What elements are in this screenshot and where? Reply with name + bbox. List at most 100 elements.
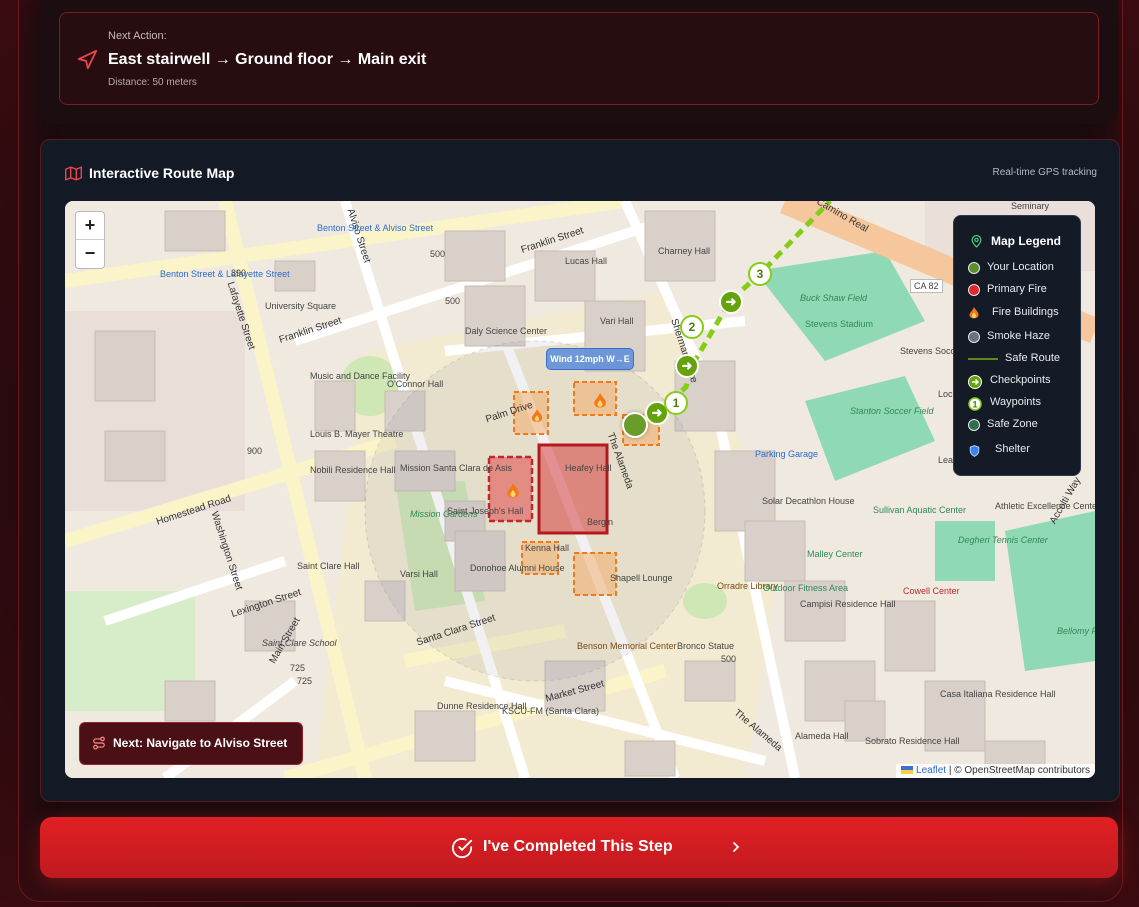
map-label-varsi-hall: Varsi Hall <box>400 569 438 579</box>
map-label-lucas-hall: Lucas Hall <box>565 256 608 266</box>
complete-step-label: I've Completed This Step <box>483 838 673 855</box>
map-label-benton-alviso: Benton Street & Alviso Street <box>317 223 434 233</box>
map-label-outdoor-fitness: Outdoor Fitness Area <box>763 583 849 593</box>
map-label-university-square: University Square <box>265 301 337 311</box>
svg-text:1: 1 <box>972 400 977 410</box>
flame-icon <box>594 393 606 408</box>
legend-title: Map Legend <box>991 234 1062 248</box>
map-label-buck-shaw: Buck Shaw Field <box>800 293 868 303</box>
map-label-nobili: Nobili Residence Hall <box>310 465 396 475</box>
legend-label: Checkpoints <box>990 374 1051 386</box>
next-action-distance: Distance: 50 meters <box>108 77 197 88</box>
complete-step-button[interactable]: I've Completed This Step <box>40 817 1118 878</box>
checkpoint-marker[interactable]: ➜ <box>675 354 699 378</box>
map-label-athletic: Athletic Excellence Center <box>995 501 1095 511</box>
map-label-saint-clare-school: Saint Clare School <box>262 638 337 648</box>
map-label-campisi: Campisi Residence Hall <box>800 599 896 609</box>
map-label-casa: Casa Italiana Residence Hall <box>940 689 1056 699</box>
map-label-900: 900 <box>247 446 263 456</box>
zoom-control: + − <box>75 211 105 269</box>
legend-label: Smoke Haze <box>987 330 1050 342</box>
map-legend: Map Legend Your Location Primary Fire Fi… <box>953 215 1081 476</box>
map-attribution: Leaflet | © OpenStreetMap contributors <box>896 764 1095 778</box>
legend-label: Waypoints <box>990 396 1041 408</box>
location-pin-icon <box>971 235 982 248</box>
shield-icon <box>969 445 980 457</box>
route-icon <box>93 736 105 750</box>
map-label-725b: 725 <box>297 676 313 686</box>
map-label-degheri: Degheri Tennis Center <box>958 535 1048 545</box>
number-circle-icon: 1 <box>968 397 982 411</box>
flame-icon <box>507 483 519 498</box>
map-label-daly-science: Daly Science Center <box>465 326 548 336</box>
zoom-in-button[interactable]: + <box>76 212 104 240</box>
map-icon <box>65 166 82 181</box>
map-label-malley: Malley Center <box>807 549 863 559</box>
next-action-box: Next Action: East stairwell → Ground flo… <box>59 12 1099 105</box>
legend-label: Safe Route <box>1005 352 1061 364</box>
check-circle-icon <box>451 837 473 859</box>
map-label-mayer-theatre: Louis B. Mayer Theatre <box>310 429 404 439</box>
legend-label: Fire Buildings <box>992 306 1059 318</box>
map-label-solar-decathlon: Solar Decathlon House <box>762 496 855 506</box>
map-subtitle: Real-time GPS tracking <box>992 167 1097 178</box>
map-label-500c: 500 <box>721 654 737 664</box>
zone-dot-icon <box>968 419 980 431</box>
map-label-saint-clare-hall: Saint Clare Hall <box>297 561 360 571</box>
legend-label: Shelter <box>995 443 1030 455</box>
waypoint-1-marker[interactable]: 1 <box>664 391 688 415</box>
map-label-bellomy: Bellomy Field <box>1057 626 1095 636</box>
map-label-vari-hall: Vari Hall <box>600 316 634 326</box>
legend-label: Primary Fire <box>987 283 1047 295</box>
map-label-500a: 500 <box>430 249 446 259</box>
map-label-sullivan: Sullivan Aquatic Center <box>873 505 967 515</box>
map-label-donohoe: Donohoe Alumni House <box>470 563 565 573</box>
waypoint-3-marker[interactable]: 3 <box>748 262 772 286</box>
zoom-out-button[interactable]: − <box>76 240 104 267</box>
flame-icon <box>531 409 543 422</box>
map-label-stevens-stadium: Stevens Stadium <box>805 319 874 329</box>
map-label-500b: 500 <box>445 296 461 306</box>
map-label-heafey-hall: Heafey Hall <box>565 463 612 473</box>
flame-icon <box>969 307 979 319</box>
attribution-text: | © OpenStreetMap contributors <box>948 765 1090 776</box>
map-label-890: 890 <box>231 268 247 278</box>
next-navigation-button[interactable]: Next: Navigate to Alviso Street <box>79 722 303 765</box>
map-label-seminary: Seminary <box>1011 201 1050 211</box>
next-action-label: Next Action: <box>108 30 167 42</box>
leaflet-link[interactable]: Leaflet <box>916 765 946 776</box>
your-location-marker[interactable] <box>622 412 648 438</box>
next-action-instruction: East stairwell → Ground floor → Main exi… <box>108 51 427 68</box>
route-map-card: Interactive Route Map Real-time GPS trac… <box>40 139 1120 802</box>
waypoint-2-marker[interactable]: 2 <box>680 315 704 339</box>
map-label-mission: Mission Santa Clara de Asis <box>400 463 513 473</box>
smoke-dot-icon <box>968 331 980 343</box>
map-label-725a: 725 <box>290 663 306 673</box>
route-line-icon <box>968 358 998 360</box>
map-label-kscu: KSCU-FM (Santa Clara) <box>502 706 600 716</box>
map-label-shapell: Shapell Lounge <box>610 573 673 583</box>
map-label-ca82: CA 82 <box>910 279 943 293</box>
route-map[interactable]: Franklin Street Franklin Street Alviso S… <box>65 201 1095 778</box>
legend-label: Your Location <box>987 261 1054 273</box>
map-label-benton-lafayette: Benton Street & Lafayette Street <box>160 269 290 279</box>
map-label-alameda-hall: Alameda Hall <box>795 731 849 741</box>
chevron-right-icon <box>733 842 740 852</box>
flag-icon <box>901 766 914 774</box>
map-label-saint-josephs: Saint Joseph's Hall <box>447 506 524 516</box>
location-dot-icon <box>968 262 980 274</box>
next-navigation-label: Next: Navigate to Alviso Street <box>113 736 288 750</box>
map-label-benson: Benson Memorial Center <box>577 641 677 651</box>
fire-dot-icon <box>968 284 980 296</box>
map-label-sobrato: Sobrato Residence Hall <box>865 736 960 746</box>
map-label-charney-hall: Charney Hall <box>658 246 711 256</box>
map-label-music-dance: Music and Dance Facility <box>310 371 411 381</box>
arrow-circle-icon <box>968 375 982 389</box>
map-label-bergin: Bergin <box>587 517 614 527</box>
legend-label: Safe Zone <box>987 418 1038 430</box>
checkpoint-marker[interactable]: ➜ <box>719 290 743 314</box>
map-label-bronco: Bronco Statue <box>677 641 735 651</box>
map-title: Interactive Route Map <box>89 165 235 181</box>
map-label-loc: Loc <box>938 389 953 399</box>
map-label-kenna-hall: Kenna Hall <box>525 543 570 553</box>
